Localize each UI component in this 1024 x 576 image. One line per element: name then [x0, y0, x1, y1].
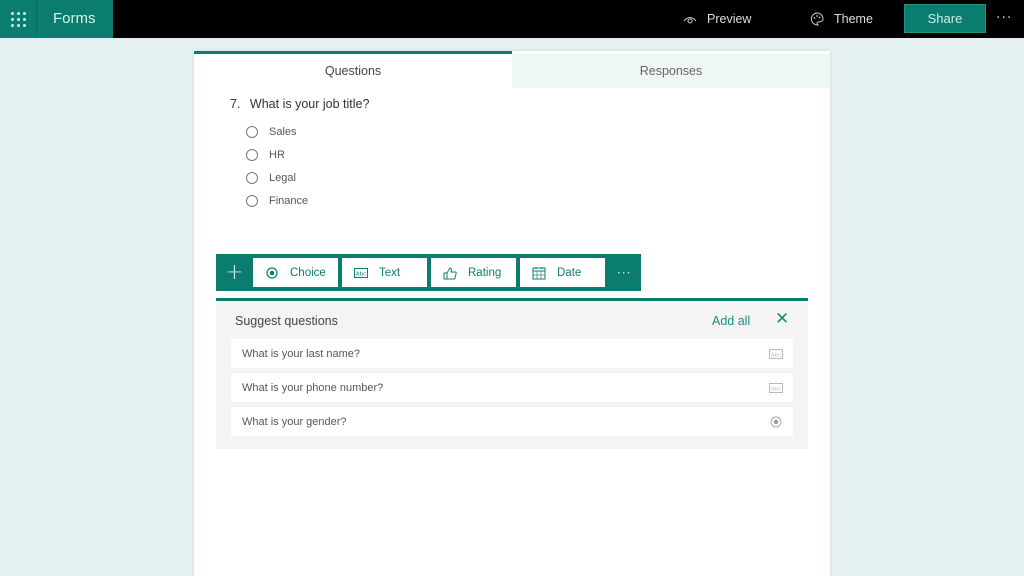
suggestion-text: What is your phone number? — [242, 382, 383, 394]
rating-label: Rating — [468, 267, 501, 279]
more-question-types-button[interactable]: ··· — [617, 266, 631, 280]
thumbs-up-icon — [443, 266, 457, 280]
radio-selected-icon — [769, 417, 783, 427]
app-launcher-button[interactable] — [0, 0, 37, 38]
question-number: 7. — [230, 97, 240, 111]
option-item[interactable]: Sales — [246, 120, 369, 143]
option-item[interactable]: Finance — [246, 189, 369, 212]
option-item[interactable]: HR — [246, 143, 369, 166]
more-options-button[interactable]: ··· — [996, 10, 1012, 26]
question-title: 7. What is your job title? — [230, 97, 369, 111]
text-abc-icon: Abc — [354, 266, 368, 280]
suggestion-text: What is your gender? — [242, 416, 347, 428]
calendar-icon — [532, 266, 546, 280]
options-list: Sales HR Legal Finance — [246, 120, 369, 212]
radio-icon[interactable] — [246, 195, 258, 207]
suggestion-item[interactable]: What is your phone number? Abc — [231, 373, 793, 402]
preview-label: Preview — [707, 12, 751, 26]
add-all-button[interactable]: Add all — [712, 314, 750, 328]
radio-icon[interactable] — [246, 172, 258, 184]
tab-bar: Questions Responses — [194, 51, 830, 88]
option-item[interactable]: Legal — [246, 166, 369, 189]
eye-icon — [683, 12, 697, 26]
form-card: Questions Responses 7. What is your job … — [194, 51, 830, 576]
text-abc-icon: Abc — [769, 349, 783, 359]
app-name[interactable]: Forms — [53, 10, 96, 27]
suggestion-item[interactable]: What is your gender? — [231, 407, 793, 436]
svg-text:Abc: Abc — [356, 271, 366, 277]
add-date-button[interactable]: Date — [520, 258, 605, 287]
radio-icon[interactable] — [246, 126, 258, 138]
tab-responses[interactable]: Responses — [512, 54, 830, 88]
question-block[interactable]: 7. What is your job title? Sales HR Lega… — [230, 97, 369, 212]
waffle-icon — [11, 12, 26, 27]
suggestion-text: What is your last name? — [242, 348, 360, 360]
text-abc-icon: Abc — [769, 383, 783, 393]
choice-label: Choice — [290, 267, 326, 279]
preview-button[interactable]: Preview — [683, 0, 751, 38]
palette-icon — [810, 12, 824, 26]
theme-button[interactable]: Theme — [810, 0, 873, 38]
top-bar: Forms Preview Theme Share ··· — [0, 0, 1024, 38]
option-label: HR — [269, 149, 285, 161]
question-text: What is your job title? — [250, 97, 370, 111]
date-label: Date — [557, 267, 581, 279]
brand-area: Forms — [0, 0, 113, 38]
option-label: Sales — [269, 126, 297, 138]
add-rating-button[interactable]: Rating — [431, 258, 516, 287]
close-icon[interactable]: ✕ — [775, 311, 791, 327]
add-question-bar: + Choice Abc Text Rating Date ··· — [216, 254, 641, 291]
add-text-button[interactable]: Abc Text — [342, 258, 427, 287]
theme-label: Theme — [834, 12, 873, 26]
share-button[interactable]: Share — [904, 4, 986, 33]
add-choice-button[interactable]: Choice — [253, 258, 338, 287]
tab-questions[interactable]: Questions — [194, 51, 512, 88]
suggest-questions-panel: Suggest questions Add all ✕ What is your… — [216, 298, 808, 449]
text-label: Text — [379, 267, 400, 279]
svg-text:Abc: Abc — [771, 352, 781, 358]
suggestion-list: What is your last name? Abc What is your… — [231, 339, 793, 441]
option-label: Finance — [269, 195, 308, 207]
option-label: Legal — [269, 172, 296, 184]
plus-icon[interactable]: + — [216, 254, 253, 291]
radio-icon[interactable] — [246, 149, 258, 161]
svg-text:Abc: Abc — [771, 386, 781, 392]
suggest-title: Suggest questions — [235, 314, 338, 328]
suggestion-item[interactable]: What is your last name? Abc — [231, 339, 793, 368]
radio-selected-icon — [265, 266, 279, 280]
